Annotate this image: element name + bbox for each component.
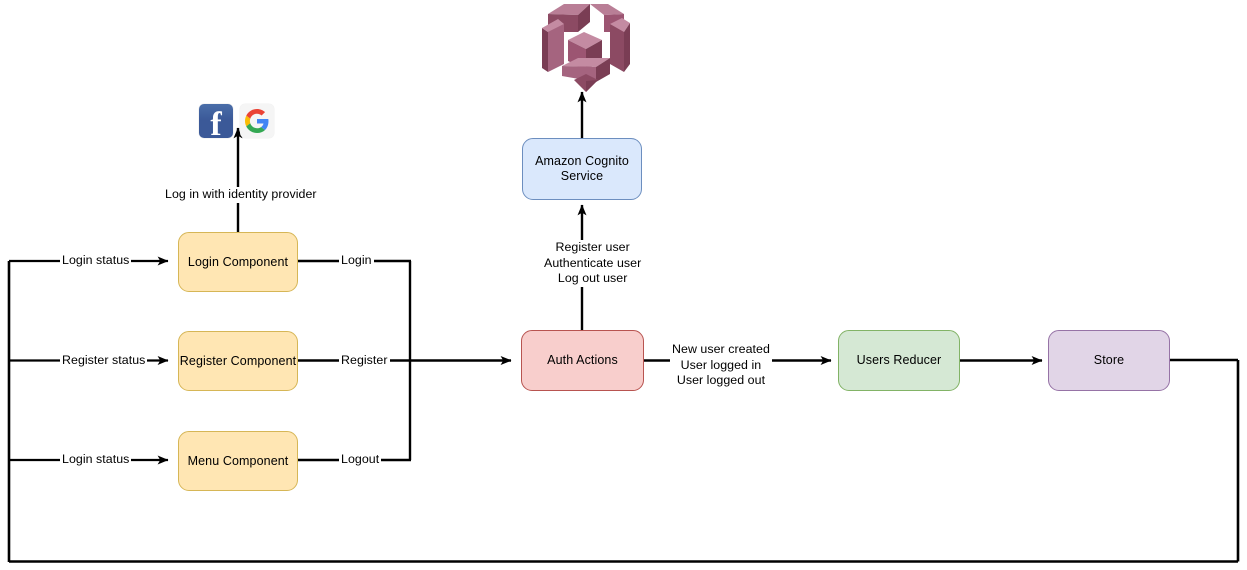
- node-cognito-service[interactable]: Amazon Cognito Service: [522, 138, 642, 200]
- edge-label-login-out: Login: [339, 253, 374, 269]
- amazon-cognito-glyph: [542, 4, 630, 92]
- edge-label-login-status-top: Login status: [60, 253, 132, 269]
- node-menu-component-label: Menu Component: [187, 453, 289, 468]
- edge-label-identity-provider: Log in with identity provider: [163, 187, 319, 203]
- facebook-glyph: f: [210, 106, 222, 139]
- node-users-reducer-label: Users Reducer: [856, 353, 942, 367]
- node-register-component-label: Register Component: [179, 353, 297, 368]
- node-auth-actions[interactable]: Auth Actions: [521, 330, 644, 391]
- diagram-canvas: f Login Component Register Component Men…: [0, 0, 1247, 570]
- node-auth-actions-label: Auth Actions: [547, 353, 618, 367]
- node-menu-component[interactable]: Menu Component: [178, 431, 298, 491]
- edge-label-register-out: Register: [339, 353, 390, 369]
- node-store-label: Store: [1093, 353, 1125, 367]
- node-login-component[interactable]: Login Component: [178, 232, 298, 292]
- google-icon: [240, 104, 274, 138]
- edge-label-register-status: Register status: [60, 353, 148, 369]
- edge-label-to-cognito: Register user Authenticate user Log out …: [542, 240, 644, 287]
- amazon-cognito-icon: [534, 2, 630, 99]
- facebook-icon: f: [199, 104, 233, 138]
- node-cognito-service-label: Amazon Cognito Service: [535, 154, 629, 183]
- node-store[interactable]: Store: [1048, 330, 1170, 391]
- edge-label-from-auth: New user created User logged in User log…: [670, 342, 772, 389]
- edge-label-logout-out: Logout: [339, 452, 382, 468]
- node-login-component-label: Login Component: [187, 254, 289, 269]
- edge-label-login-status-bottom: Login status: [60, 452, 132, 468]
- node-register-component[interactable]: Register Component: [178, 331, 298, 391]
- node-users-reducer[interactable]: Users Reducer: [838, 330, 960, 391]
- google-g-glyph: [245, 109, 269, 133]
